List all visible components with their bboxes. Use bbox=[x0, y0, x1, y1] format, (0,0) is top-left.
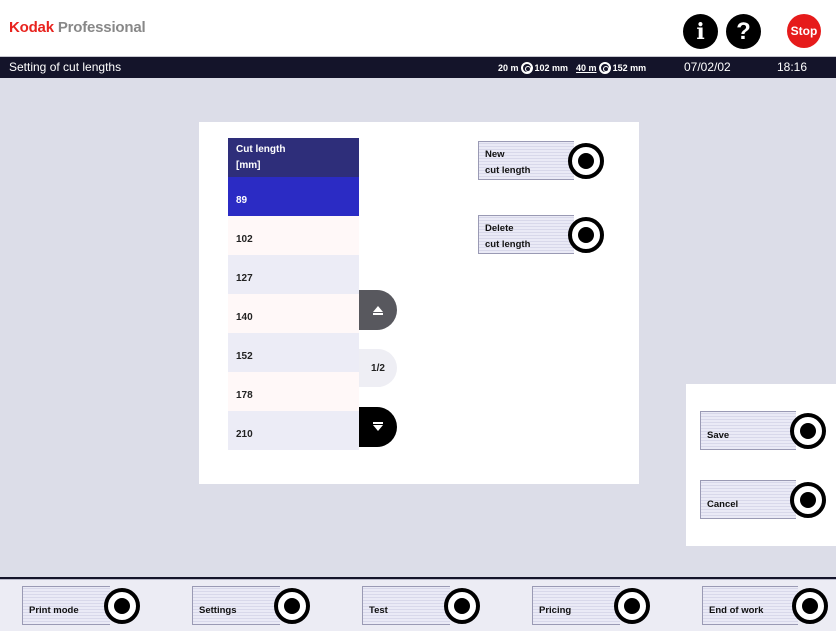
settings-face: Settings bbox=[192, 586, 280, 625]
button-ring-icon bbox=[568, 142, 604, 179]
save-face: Save bbox=[700, 411, 796, 450]
arrow-up-icon bbox=[373, 306, 383, 315]
brand-professional: Professional bbox=[57, 19, 146, 36]
ring-dot bbox=[578, 226, 594, 243]
paper-roll-status: 20 m 102 mm 40 m 152 mm bbox=[498, 62, 646, 74]
cancel-label: Cancel bbox=[707, 499, 739, 510]
new-label-line1: New bbox=[485, 149, 505, 160]
new-cut-length-face: New cut length bbox=[478, 141, 574, 180]
new-label-line2: cut length bbox=[485, 165, 531, 176]
roll1-length: 20 m bbox=[498, 63, 519, 73]
delete-cut-length-face: Delete cut length bbox=[478, 215, 574, 254]
save-label: Save bbox=[707, 430, 730, 441]
pricing-label: Pricing bbox=[539, 605, 572, 616]
settings-label: Settings bbox=[199, 605, 237, 616]
scroll-down-button[interactable] bbox=[359, 407, 397, 447]
help-label: ? bbox=[736, 17, 751, 45]
delete-cut-length-button[interactable]: Delete cut length bbox=[478, 215, 604, 254]
cut-length-list-header: Cut length [mm] bbox=[228, 138, 359, 177]
time-display: 18:16 bbox=[777, 60, 808, 74]
page-indicator: 1/2 bbox=[359, 349, 397, 387]
button-ring-icon bbox=[568, 216, 604, 253]
list-item[interactable]: 178 bbox=[228, 372, 359, 411]
list-item[interactable]: 152 bbox=[228, 333, 359, 372]
date-display: 07/02/02 bbox=[684, 60, 731, 74]
new-cut-length-button[interactable]: New cut length bbox=[478, 141, 604, 180]
delete-label-line2: cut length bbox=[485, 239, 531, 250]
list-item-value: 152 bbox=[236, 351, 253, 362]
stop-label: Stop bbox=[790, 24, 818, 38]
list-item-value: 89 bbox=[236, 195, 248, 206]
ring-dot bbox=[578, 152, 594, 169]
save-button[interactable]: Save bbox=[700, 411, 826, 450]
paper-roll-icon bbox=[598, 62, 611, 74]
kodak-logo: Kodak Professional bbox=[9, 19, 146, 36]
button-ring-icon bbox=[104, 587, 140, 624]
title-bar: Setting of cut lengths 20 m 102 mm 40 m … bbox=[0, 57, 836, 78]
help-icon[interactable]: ? bbox=[726, 14, 761, 49]
list-item[interactable]: 102 bbox=[228, 216, 359, 255]
list-item-value: 140 bbox=[236, 312, 253, 323]
arrow-down-icon bbox=[373, 422, 383, 431]
ring-dot bbox=[114, 597, 130, 614]
paper-roll-icon bbox=[520, 62, 533, 74]
ring-dot bbox=[802, 597, 818, 614]
ring-dot bbox=[800, 422, 816, 439]
button-ring-icon bbox=[792, 587, 828, 624]
roll2-length: 40 m bbox=[576, 63, 597, 73]
brand-kodak: Kodak bbox=[9, 19, 54, 36]
test-button[interactable]: Test bbox=[362, 586, 480, 625]
settings-button[interactable]: Settings bbox=[192, 586, 310, 625]
list-header-title: Cut length bbox=[236, 144, 286, 155]
delete-label-line1: Delete bbox=[485, 223, 514, 234]
scroll-up-button[interactable] bbox=[359, 290, 397, 330]
page-title: Setting of cut lengths bbox=[9, 60, 122, 74]
stop-button[interactable]: Stop bbox=[787, 14, 821, 48]
button-ring-icon bbox=[444, 587, 480, 624]
ring-dot bbox=[284, 597, 300, 614]
list-item-value: 178 bbox=[236, 390, 253, 401]
pricing-button[interactable]: Pricing bbox=[532, 586, 650, 625]
end-of-work-label: End of work bbox=[709, 605, 764, 616]
list-item[interactable]: 89 bbox=[228, 177, 359, 216]
list-header-unit: [mm] bbox=[236, 160, 261, 171]
info-label: i bbox=[696, 18, 705, 45]
ring-dot bbox=[454, 597, 470, 614]
info-icon[interactable]: i bbox=[683, 14, 718, 49]
list-item[interactable]: 127 bbox=[228, 255, 359, 294]
end-of-work-face: End of work bbox=[702, 586, 798, 625]
button-ring-icon bbox=[274, 587, 310, 624]
print-mode-face: Print mode bbox=[22, 586, 110, 625]
list-item[interactable]: 140 bbox=[228, 294, 359, 333]
cancel-button[interactable]: Cancel bbox=[700, 480, 826, 519]
roll1-width: 102 mm bbox=[534, 63, 569, 73]
test-face: Test bbox=[362, 586, 450, 625]
ring-dot bbox=[800, 491, 816, 508]
button-ring-icon bbox=[790, 412, 826, 449]
print-mode-label: Print mode bbox=[29, 605, 79, 616]
button-ring-icon bbox=[790, 481, 826, 518]
list-item-value: 210 bbox=[236, 429, 253, 440]
page-indicator-text: 1/2 bbox=[371, 362, 385, 374]
list-item[interactable]: 210 bbox=[228, 411, 359, 450]
list-item-value: 127 bbox=[236, 273, 253, 284]
list-item-value: 102 bbox=[236, 234, 253, 245]
cancel-face: Cancel bbox=[700, 480, 796, 519]
side-action-panel bbox=[686, 384, 836, 546]
test-label: Test bbox=[369, 605, 388, 616]
print-mode-button[interactable]: Print mode bbox=[22, 586, 140, 625]
cut-lengths-panel: Cut length [mm] 89 102 127 140 152 178 2… bbox=[199, 122, 639, 484]
top-header: Kodak Professional i ? Stop bbox=[0, 0, 836, 57]
pricing-face: Pricing bbox=[532, 586, 620, 625]
button-ring-icon bbox=[614, 587, 650, 624]
end-of-work-button[interactable]: End of work bbox=[702, 586, 828, 625]
ring-dot bbox=[624, 597, 640, 614]
cut-length-list: Cut length [mm] 89 102 127 140 152 178 2… bbox=[228, 138, 359, 450]
roll2-width: 152 mm bbox=[612, 63, 647, 73]
